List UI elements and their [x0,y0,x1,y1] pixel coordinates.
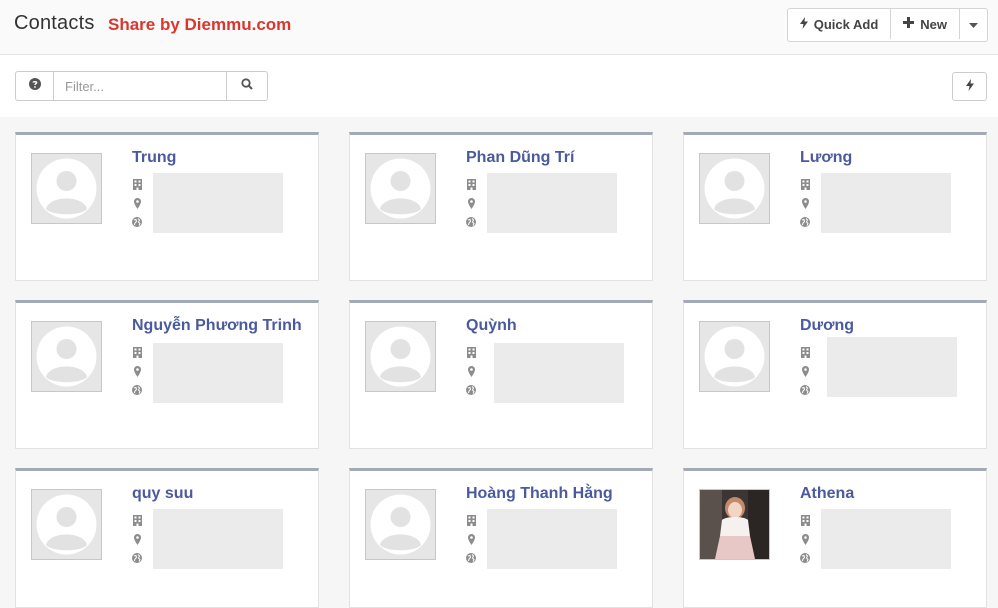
avatar [699,321,770,392]
bolt-icon [965,78,974,96]
contact-name[interactable]: quy suu [132,485,193,503]
building-icon [466,346,476,358]
avatar [699,153,770,224]
contact-card[interactable]: Lương [683,132,987,281]
contact-details-placeholder [827,337,957,397]
map-marker-icon [466,365,476,377]
quick-add-button[interactable]: Quick Add [788,9,892,39]
new-label: New [920,16,947,32]
globe-icon [132,216,142,228]
search-button[interactable] [226,71,268,101]
quick-create-button[interactable] [952,72,987,101]
contact-name[interactable]: Phan Dũng Trí [466,149,574,167]
control-panel: Contacts Share by Diemmu.com Quick Add N… [0,0,998,55]
contact-details-placeholder [153,509,283,569]
avatar [365,153,436,224]
map-marker-icon [800,197,810,209]
building-icon [132,346,142,358]
avatar-photo [699,489,770,560]
globe-icon [800,216,810,228]
map-marker-icon [132,533,142,545]
help-button[interactable] [15,71,53,101]
question-circle-icon [28,77,41,95]
contact-card[interactable]: Phan Dũng Trí [349,132,653,281]
building-icon [800,178,810,190]
avatar [365,321,436,392]
contact-name[interactable]: Hoàng Thanh Hằng [466,485,613,503]
contact-name[interactable]: Nguyễn Phương Trinh [132,317,302,335]
contact-details-placeholder [494,343,624,403]
building-icon [132,178,142,190]
new-button[interactable]: New [891,9,960,39]
building-icon [800,514,810,526]
map-marker-icon [132,365,142,377]
filter-input[interactable] [53,71,227,101]
contact-details-placeholder [487,509,617,569]
globe-icon [132,552,142,564]
search-icon [241,77,253,95]
map-marker-icon [132,197,142,209]
contact-card[interactable]: Hoàng Thanh Hằng [349,468,653,608]
globe-icon [132,384,142,396]
contact-card[interactable]: quy suu [15,468,319,608]
contact-card[interactable]: Athena [683,468,987,608]
contact-details-placeholder [821,509,951,569]
building-icon [800,346,810,358]
quick-add-label: Quick Add [813,16,879,32]
avatar [31,153,102,224]
contact-card[interactable]: Quỳnh [349,300,653,449]
caret-down-icon [969,17,978,32]
contact-name[interactable]: Trung [132,149,176,167]
search-panel [0,55,998,117]
building-icon [466,178,476,190]
contact-name[interactable]: Athena [800,485,854,503]
building-icon [466,514,476,526]
globe-icon [800,384,810,396]
avatar [31,321,102,392]
map-marker-icon [466,197,476,209]
globe-icon [466,552,476,564]
contact-details-placeholder [153,173,283,233]
contact-name[interactable]: Quỳnh [466,317,517,335]
avatar [365,489,436,560]
globe-icon [466,384,476,396]
page-title: Contacts [14,12,95,34]
contact-card[interactable]: Trung [15,132,319,281]
globe-icon [800,552,810,564]
contact-card[interactable]: Nguyễn Phương Trinh [15,300,319,449]
contact-details-placeholder [487,173,617,233]
building-icon [132,514,142,526]
map-marker-icon [800,365,810,377]
globe-icon [466,216,476,228]
contact-name[interactable]: Lương [800,149,852,167]
create-button-group: Quick Add New [786,8,988,42]
contact-name[interactable]: Dương [800,317,854,335]
map-marker-icon [466,533,476,545]
contact-card[interactable]: Dương [683,300,987,449]
bolt-icon [799,16,808,32]
avatar [31,489,102,560]
watermark-text: Share by Diemmu.com [108,15,292,34]
map-marker-icon [800,533,810,545]
more-options-dropdown[interactable] [960,9,987,39]
plus-icon [903,17,915,31]
contact-details-placeholder [821,173,951,233]
contact-details-placeholder [153,343,283,403]
